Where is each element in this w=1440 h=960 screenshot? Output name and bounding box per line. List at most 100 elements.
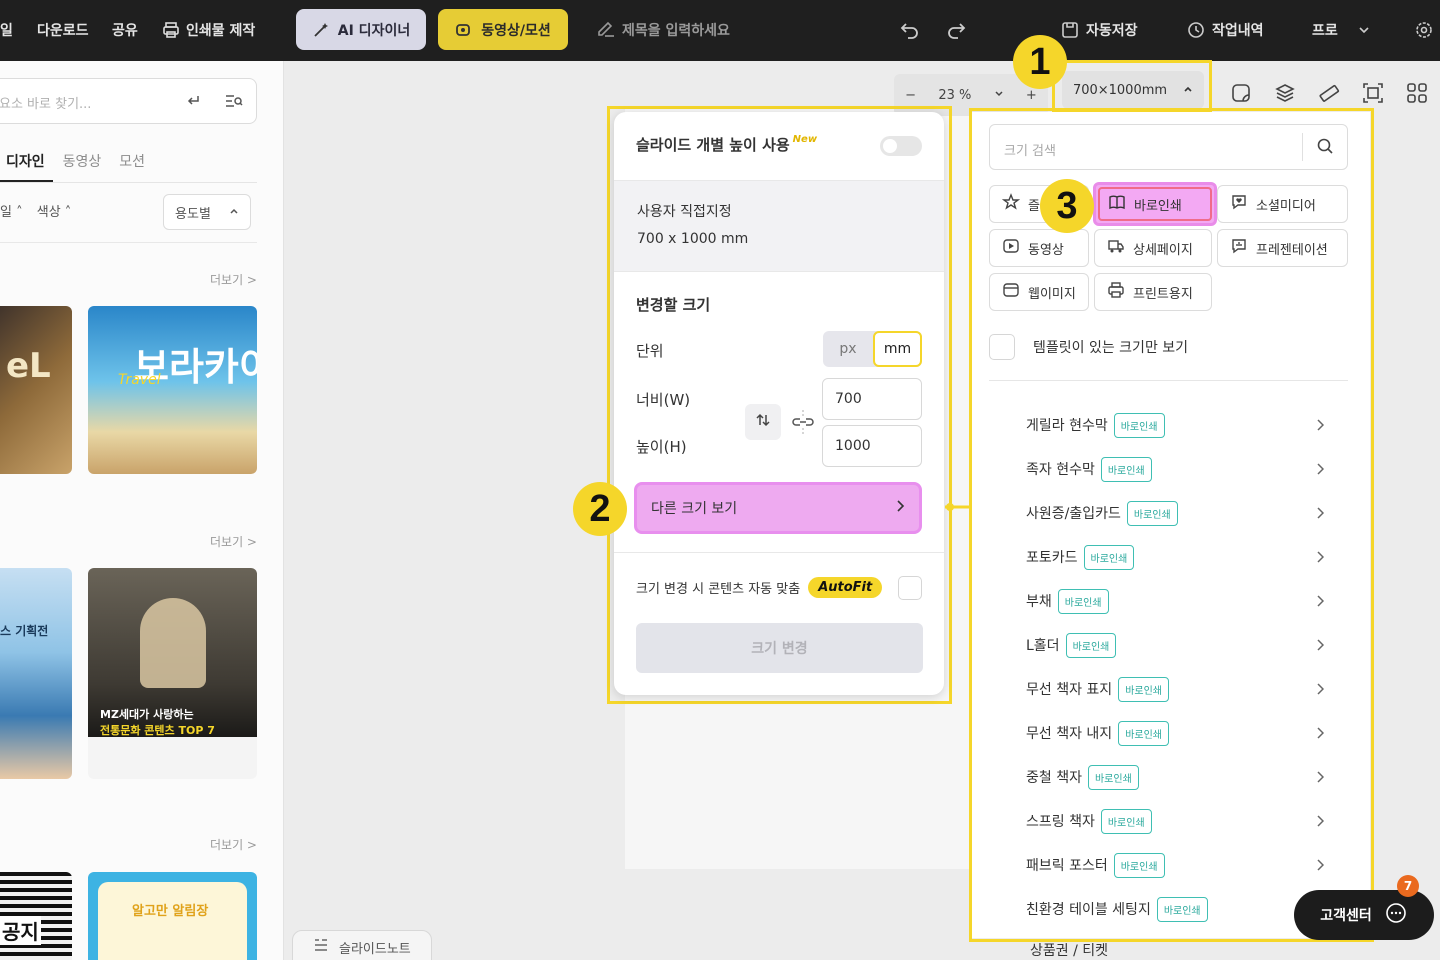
size-list-item[interactable]: 중철 책자 바로인쇄 (1026, 762, 1336, 792)
size-list-item[interactable]: 무선 책자 표지 바로인쇄 (1026, 674, 1336, 704)
undo-button[interactable] (900, 18, 920, 42)
tab-motion[interactable]: 모션 (119, 151, 145, 171)
print-tag: 바로인쇄 (1126, 500, 1178, 526)
size-list-item[interactable]: 포토카드 바로인쇄 (1026, 542, 1336, 572)
filter-search-icon[interactable] (225, 93, 243, 113)
video-motion-button[interactable]: 동영상/모션 (438, 9, 568, 50)
history-button[interactable]: 작업내역 (1186, 18, 1264, 42)
template-thumb-notice-board[interactable]: 알고만 알림장 (88, 872, 257, 960)
size-list-item[interactable]: 스프링 책자 바로인쇄 (1026, 806, 1336, 836)
chip-social[interactable]: 소셜미디어 (1217, 185, 1348, 223)
template-thumb-mz-culture[interactable]: MZ세대가 사랑하는 전통문화 콘텐츠 TOP 7 (88, 568, 257, 779)
slide-height-toggle[interactable] (880, 136, 922, 156)
focus-icon[interactable] (1362, 82, 1384, 108)
left-panel: 요소 바로 찾기... 디자인 동영상 모션 일 ˄ 색상 ˄ 용도별 더보기 … (0, 61, 284, 960)
template-thumb-plan[interactable]: 스 기획전 (0, 568, 72, 779)
autofit-checkbox[interactable] (898, 576, 922, 600)
slide-note-tab[interactable]: 슬라이드노트 (292, 930, 432, 960)
panel-divider (614, 552, 944, 553)
more-link[interactable]: 더보기 > (210, 533, 257, 550)
template-thumb-boracay[interactable]: 보라카이 Travel (88, 306, 257, 474)
template-thumb-travel-collage[interactable]: eL (0, 306, 72, 474)
size-item-label: 무선 책자 표지 (1026, 682, 1113, 698)
ai-designer-button[interactable]: AI 디자이너 (296, 9, 426, 50)
size-list-item[interactable]: 부채 바로인쇄 (1026, 586, 1336, 616)
purpose-dropdown[interactable]: 용도별 (163, 194, 251, 230)
step-badge-3: 3 (1040, 179, 1094, 233)
menu-item-cut[interactable]: 일 (0, 18, 13, 42)
link-ratio-icon[interactable] (792, 408, 814, 440)
chevron-right-icon (1316, 594, 1325, 612)
ruler-icon[interactable] (1318, 82, 1340, 108)
truck-icon (1107, 237, 1125, 259)
size-search-input[interactable]: 크기 검색 (989, 124, 1348, 170)
list-item-peek: 상품권 / 티켓 (1030, 943, 1109, 959)
more-link[interactable]: 더보기 > (210, 836, 257, 853)
more-link[interactable]: 더보기 > (210, 271, 257, 288)
share-button[interactable]: 공유 (112, 18, 138, 42)
height-input[interactable]: 1000 (822, 425, 922, 467)
enter-icon[interactable] (185, 93, 201, 113)
chip-print[interactable]: 바로인쇄 (1093, 182, 1217, 226)
asset-tabs: 디자인 동영상 모션 (6, 151, 145, 171)
search-placeholder: 요소 바로 찾기... (0, 97, 92, 112)
chip-web-image[interactable]: 웹이미지 (989, 273, 1089, 311)
width-input[interactable]: 700 (822, 378, 922, 420)
zoom-out-button[interactable]: − (905, 88, 916, 103)
size-list-item[interactable]: 족자 현수막 바로인쇄 (1026, 454, 1336, 484)
template-thumb-notice[interactable]: 공지 (0, 872, 72, 960)
selected-outline (1098, 187, 1212, 221)
chevron-down-icon[interactable] (994, 88, 1004, 103)
size-list-item[interactable]: 패브릭 포스터 바로인쇄 (1026, 850, 1336, 880)
print-make-button[interactable]: 인쇄물 제작 (162, 18, 255, 42)
settings-button[interactable] (1414, 18, 1434, 42)
print-tag: 바로인쇄 (1118, 676, 1169, 702)
zoom-in-button[interactable]: + (1026, 88, 1037, 103)
unit-px-option[interactable]: px (823, 331, 873, 367)
chevron-right-icon (1316, 638, 1325, 656)
chip-presentation[interactable]: 프레젠테이션 (1217, 229, 1348, 267)
size-category-panel: 크기 검색 즐 바로인쇄 소셜미디어 동영상 상세페이지 프레젠테이션 웹이미지… (972, 112, 1370, 938)
size-list-item[interactable]: 친환경 테이블 세팅지 바로인쇄 (1026, 894, 1336, 924)
size-item-label: 포토카드 (1026, 550, 1078, 566)
grid-icon[interactable] (1406, 82, 1428, 108)
zoom-value[interactable]: 23 % (938, 88, 971, 103)
template-only-checkbox[interactable] (989, 334, 1015, 360)
chevron-right-icon (1316, 462, 1325, 480)
redo-button[interactable] (946, 18, 966, 42)
resize-button[interactable]: 크기 변경 (636, 623, 923, 673)
size-list-item[interactable]: 게릴라 현수막 바로인쇄 (1026, 410, 1336, 440)
download-button[interactable]: 다운로드 (37, 18, 89, 42)
print-tag: 바로인쇄 (1100, 808, 1152, 834)
size-list-item[interactable]: 사원증/출입카드 바로인쇄 (1026, 498, 1336, 528)
size-list-item[interactable]: 무선 책자 내지 바로인쇄 (1026, 718, 1336, 748)
tab-video[interactable]: 동영상 (63, 151, 102, 171)
help-center-button[interactable]: 고객센터 (1294, 890, 1434, 940)
video-motion-icon (455, 21, 473, 39)
star-icon (1001, 193, 1021, 215)
swap-dimensions-button[interactable] (745, 404, 781, 440)
custom-size-section[interactable]: 사용자 직접지정 700 x 1000 mm (614, 180, 944, 272)
title-input[interactable]: 제목을 입력하세요 (596, 18, 730, 42)
search-icon[interactable] (1316, 137, 1334, 159)
unit-mm-option[interactable]: mm (873, 331, 922, 367)
filter-color[interactable]: 색상 ˄ (37, 205, 72, 220)
element-search-input[interactable]: 요소 바로 찾기... (0, 78, 257, 124)
heart-bubble-icon (1230, 193, 1248, 215)
pro-dropdown[interactable]: 프로 (1312, 18, 1370, 42)
size-item-label: 사원증/출입카드 (1026, 506, 1121, 522)
chip-detail-page[interactable]: 상세페이지 (1094, 229, 1212, 267)
filter-style[interactable]: 일 ˄ (0, 205, 23, 220)
size-list-item[interactable]: L홀더 바로인쇄 (1026, 630, 1336, 660)
sticker-icon[interactable] (1230, 82, 1252, 108)
chip-print-paper[interactable]: 프린트용지 (1094, 273, 1212, 311)
print-tag: 바로인쇄 (1156, 896, 1208, 922)
autosave-button[interactable]: 자동저장 (1060, 18, 1138, 42)
tab-design[interactable]: 디자인 (6, 151, 45, 171)
new-badge: New (792, 134, 818, 145)
chip-video[interactable]: 동영상 (989, 229, 1089, 267)
tab-divider (0, 182, 257, 183)
layers-icon[interactable] (1274, 82, 1296, 108)
printer-icon (162, 21, 180, 39)
other-sizes-button[interactable]: 다른 크기 보기 (634, 482, 922, 534)
